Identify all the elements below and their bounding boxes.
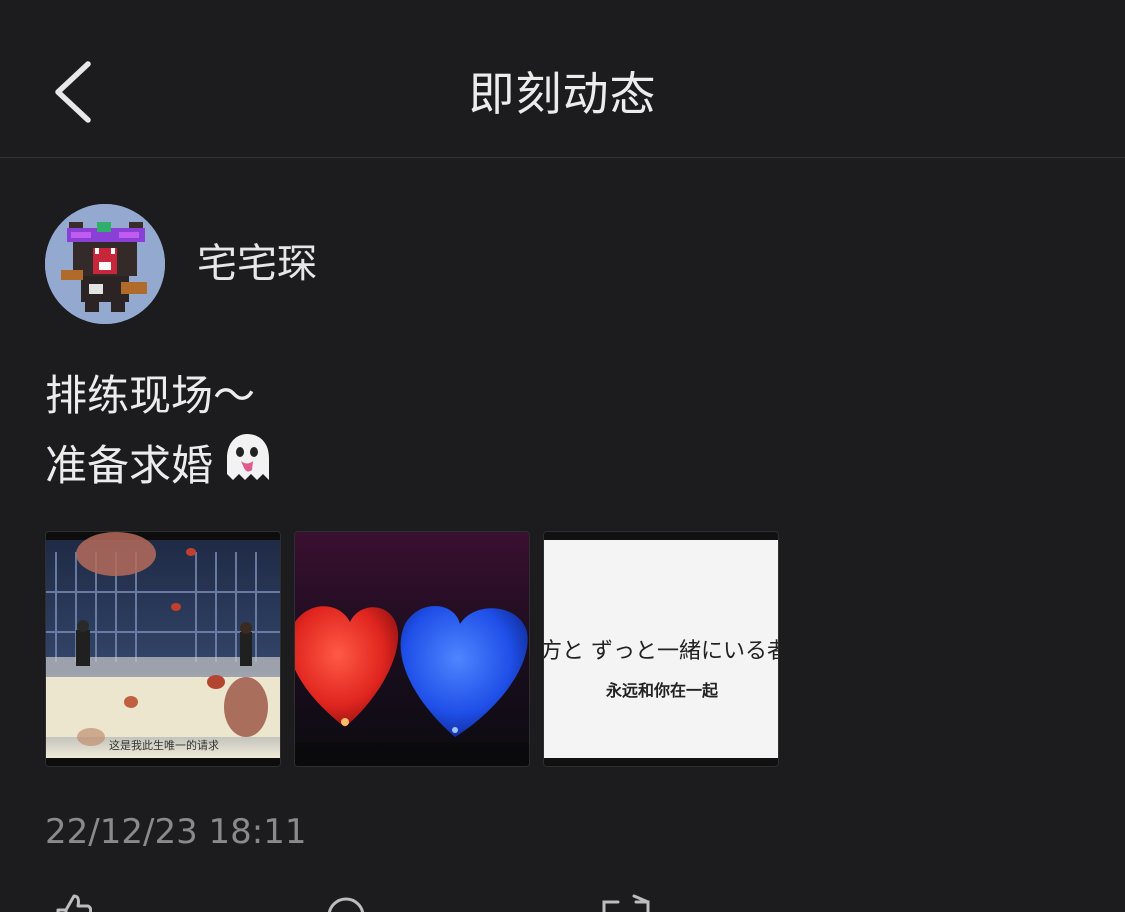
post-text: 排练现场～ 准备求婚 [45, 362, 275, 506]
post-text-line-1: 排练现场～ [45, 371, 256, 420]
thumbs-up-icon [56, 894, 93, 912]
ghost-emoji-icon [219, 430, 275, 506]
like-button[interactable] [52, 892, 172, 912]
post-timestamp: 22/12/23 18:11 [45, 812, 307, 852]
text-slide-image: 方と ずっと一緒にいる者 永远和你在一起 [544, 532, 779, 766]
comment-bubble-icon [327, 897, 365, 912]
share-button[interactable] [596, 892, 656, 912]
post-image-1[interactable]: 这是我此生唯一的请求 [45, 531, 281, 767]
avatar[interactable] [45, 204, 165, 324]
post-text-line-2: 准备求婚 [45, 441, 214, 490]
slide-chinese-text: 永远和你在一起 [605, 681, 719, 700]
heart-balloons-image [295, 532, 529, 766]
post-image-2[interactable] [294, 531, 530, 767]
slide-japanese-text: 方と ずっと一緒にいる者 [544, 639, 779, 664]
anime-subtitle: 这是我此生唯一的请求 [109, 738, 219, 752]
post-detail-screen: 即刻动态 宅宅琛 排练现场～ 准备求婚 这是我此生唯一的请求 方と ずっと一緒に… [0, 0, 1125, 912]
pixel-bear-avatar-icon [45, 204, 165, 324]
comment-button[interactable] [326, 892, 446, 912]
post-text-line-2-wrap: 准备求婚 [45, 430, 275, 506]
top-nav-bar: 即刻动态 [0, 0, 1125, 158]
anime-still-image: 这是我此生唯一的请求 [46, 532, 280, 766]
page-title: 即刻动态 [468, 67, 657, 121]
post-image-3[interactable]: 方と ずっと一緒にいる者 永远和你在一起 [543, 531, 779, 767]
share-icon [602, 894, 650, 912]
author-name[interactable]: 宅宅琛 [197, 236, 317, 292]
